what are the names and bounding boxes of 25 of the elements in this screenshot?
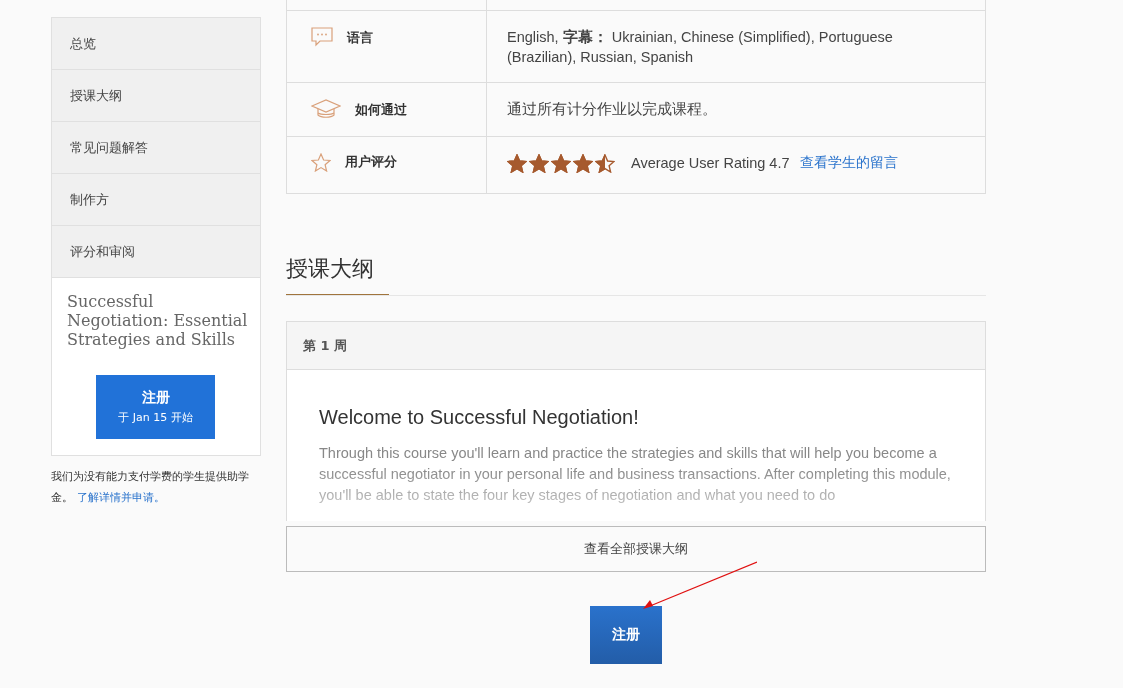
reviews-link[interactable]: 查看学生的留言 — [799, 154, 898, 172]
sidebar-item[interactable]: 常见问题解答 — [51, 121, 261, 173]
week-label: 第 1 周 — [303, 336, 348, 355]
sidebar-item[interactable]: 制作方 — [51, 173, 261, 225]
apply-link[interactable]: 了解详情并申请。 — [76, 491, 165, 504]
row-label: 如何通过 — [355, 101, 407, 119]
view-syllabus-button[interactable]: 查看全部授课大纲 — [286, 526, 986, 572]
graduation-cap-icon — [311, 99, 341, 119]
star-icon — [311, 153, 331, 172]
row-value: English, 字幕： Ukrainian, Chinese (Simplified), Portuguese (Brazilian), Russian, Spanish — [507, 28, 894, 67]
course-title: Successful Negotiation: Essential Strategies and Skills — [67, 292, 249, 349]
row-label: 语言 — [347, 29, 373, 47]
sidebar-item[interactable]: 总览 — [51, 17, 261, 69]
sidebar-item[interactable]: 授课大纲 — [51, 69, 261, 121]
row-value: 通过所有计分作业以完成课程。 — [507, 100, 717, 119]
enroll-button[interactable]: 注册 于 Jan 15 开始 — [96, 375, 215, 439]
row-label: 用户评分 — [345, 153, 397, 171]
section-heading: 授课大纲 — [286, 254, 389, 295]
sidebar-item[interactable]: 评分和审阅 — [51, 225, 261, 277]
enroll-button[interactable]: 注册 — [590, 606, 662, 664]
speech-bubble-icon — [311, 27, 333, 47]
module-title: Welcome to Successful Negotiation! — [319, 406, 640, 429]
module-description: Through this course you'll learn and practice the strategies and skills that will help you become a successful negotiator in your personal life and business transactions. After completing this module, you'll be able to state the four key stages of negotiation and what you need to do — [319, 444, 952, 505]
rating-value: Average User Rating 4.7 — [631, 154, 790, 173]
financial-aid-note: 我们为没有能力支付学费的学生提供助学金。 了解详情并申请。 — [51, 469, 250, 506]
